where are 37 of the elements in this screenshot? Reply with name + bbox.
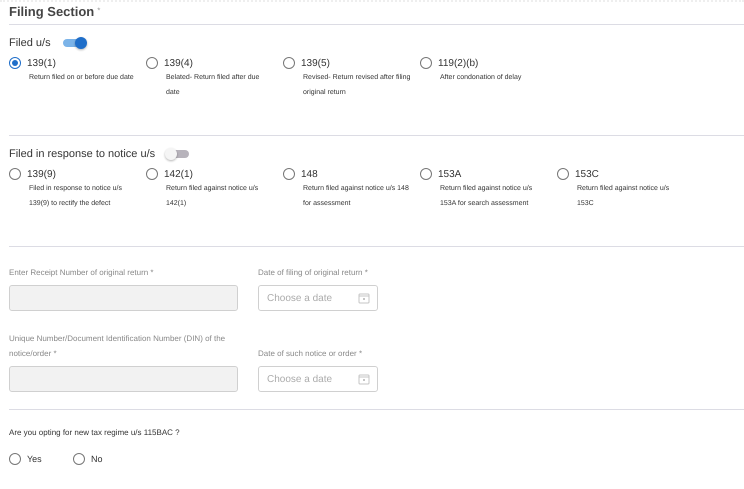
option-label: 153A (438, 168, 462, 180)
field-label: Date of such notice or order * (258, 348, 364, 360)
radio-button[interactable] (557, 168, 569, 180)
option-label: 139(1) (27, 58, 56, 68)
option-label: 148 (301, 168, 318, 180)
section-title: Filing Section (9, 4, 94, 19)
question-text: Are you opting for new tax regime u/s 115BAC ? (9, 428, 181, 437)
toggle-switch[interactable] (62, 39, 85, 47)
field-label: Unique Number/Document Identification Number (DIN) of the notice/order * (9, 333, 226, 360)
option-label: Yes (27, 454, 42, 464)
option-label: 139(9) (27, 168, 56, 180)
toggle-label: Filed u/s (9, 37, 51, 49)
option-label: 142(1) (164, 168, 193, 180)
radio-button[interactable] (420, 168, 432, 180)
radio-button[interactable] (283, 168, 295, 180)
input-field[interactable] (9, 285, 238, 311)
field-label: Enter Receipt Number of original return * (9, 267, 155, 279)
option-label: 153C (575, 168, 599, 180)
toggle-switch[interactable] (167, 150, 190, 158)
toggle-label: Filed in response to notice u/s (9, 148, 156, 160)
radio-button[interactable] (9, 57, 21, 69)
radio-button[interactable] (283, 57, 295, 69)
radio-button[interactable] (146, 168, 158, 180)
radio-button[interactable] (420, 57, 432, 69)
radio-button[interactable] (9, 168, 21, 180)
radio-button[interactable] (73, 453, 85, 465)
radio-button[interactable] (9, 453, 21, 465)
radio-button[interactable] (146, 57, 158, 69)
option-label: 139(5) (301, 58, 330, 68)
option-label: No (91, 454, 103, 464)
required-mark: * (97, 6, 100, 15)
date-field[interactable]: Choose a date (258, 285, 378, 311)
date-field[interactable]: Choose a date (258, 366, 378, 392)
field-label: Date of filing of original return * (258, 267, 369, 279)
option-label: 139(4) (164, 58, 193, 68)
input-field[interactable] (9, 366, 238, 392)
option-label: 119(2)(b) (438, 58, 478, 68)
